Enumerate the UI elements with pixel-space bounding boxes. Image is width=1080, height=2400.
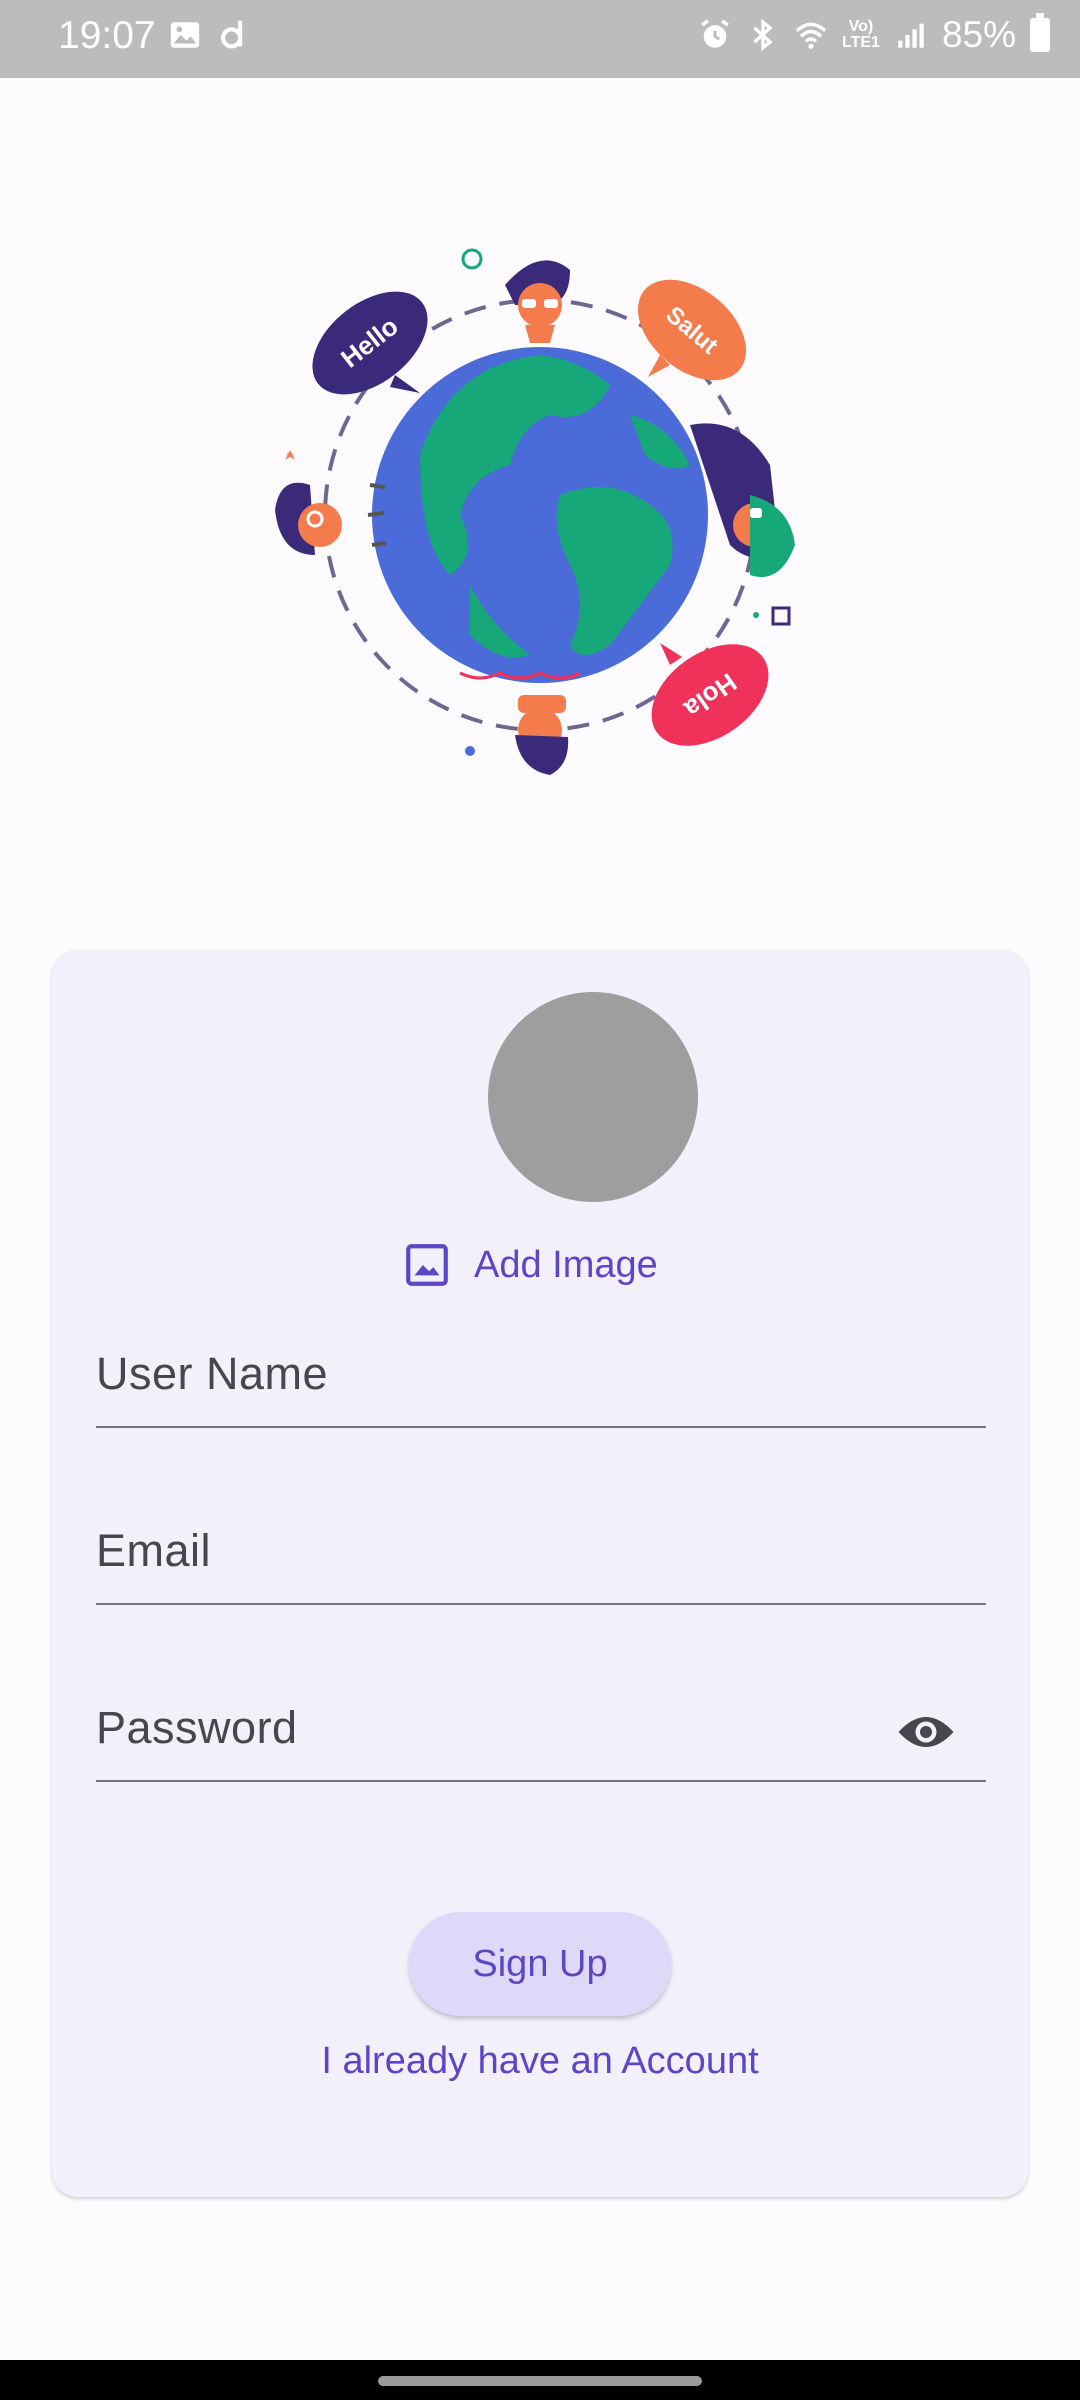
add-image-label: Add Image xyxy=(474,1243,658,1286)
status-bar: 19:07 Vo) LTE1 85% xyxy=(0,0,1080,78)
password-label: Password xyxy=(96,1702,298,1753)
status-left-icons xyxy=(168,18,250,52)
battery-icon xyxy=(1030,13,1050,52)
speech-bubble-salut: Salut xyxy=(637,279,747,381)
person-left xyxy=(275,482,342,555)
hero-illustration: Hello Salut Hola xyxy=(250,225,830,805)
network-badge-bottom: LTE1 xyxy=(842,34,880,51)
image-icon xyxy=(406,1244,448,1286)
bluetooth-icon xyxy=(753,18,773,52)
network-badge: Vo) LTE1 xyxy=(842,19,880,51)
email-field[interactable]: Email xyxy=(96,1483,986,1605)
person-bottom xyxy=(515,695,569,775)
wifi-icon xyxy=(795,22,827,49)
add-image-button[interactable]: Add Image xyxy=(402,1235,658,1295)
globe-illustration: Hello Salut Hola xyxy=(275,248,795,775)
signup-button[interactable]: Sign Up xyxy=(409,1912,671,2016)
person-top xyxy=(505,260,570,343)
visibility-toggle-icon[interactable] xyxy=(896,1710,956,1754)
alarm-icon xyxy=(701,19,729,48)
d-app-icon xyxy=(220,20,243,49)
signup-card: Add Image User Name Email Password Sign … xyxy=(52,950,1028,2197)
battery-percent: 85% xyxy=(941,14,1016,55)
username-field[interactable]: User Name xyxy=(96,1306,986,1428)
avatar[interactable] xyxy=(488,992,698,1202)
home-gesture-pill[interactable] xyxy=(378,2376,702,2386)
speech-bubble-hello: Hello xyxy=(312,291,428,395)
login-link[interactable]: I already have an Account xyxy=(52,2040,1028,2083)
username-label: User Name xyxy=(96,1348,329,1399)
email-label: Email xyxy=(96,1525,212,1576)
status-time: 19:07 xyxy=(58,14,156,57)
status-right-icons: Vo) LTE1 85% xyxy=(698,13,1050,56)
signal-icon xyxy=(898,23,924,48)
network-badge-top: Vo) xyxy=(848,18,874,35)
speech-bubble-hola: Hola xyxy=(651,643,769,746)
image-icon xyxy=(170,22,200,48)
password-field[interactable]: Password xyxy=(96,1660,986,1782)
